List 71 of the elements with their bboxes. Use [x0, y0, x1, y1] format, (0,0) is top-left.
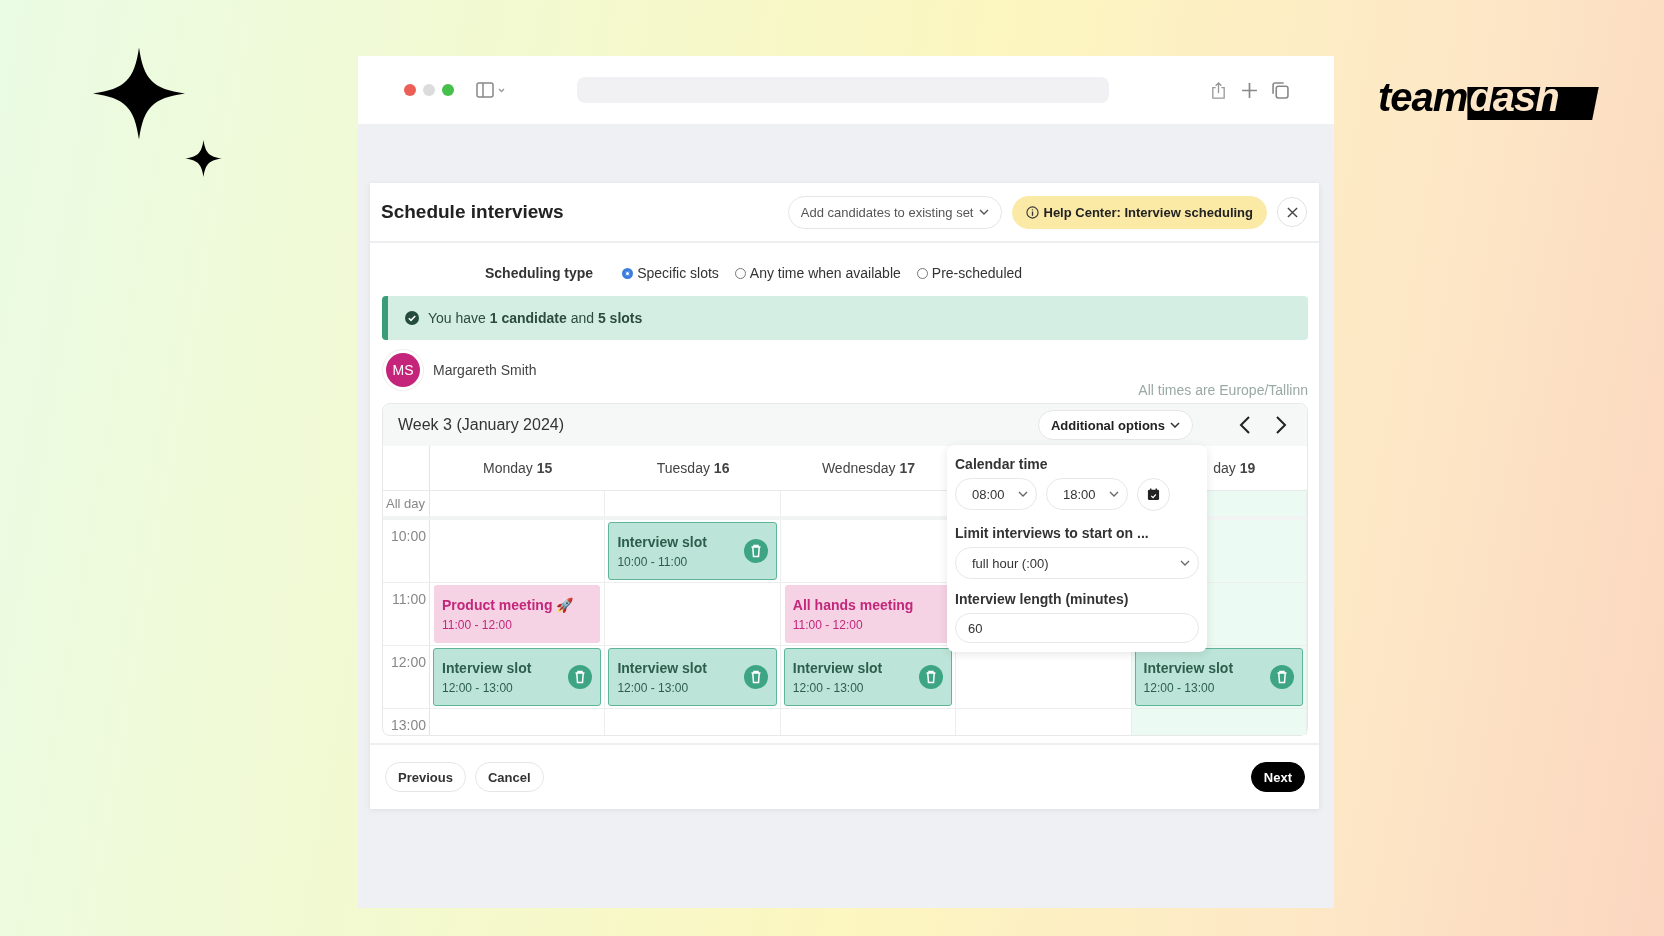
chevron-down-icon: [1170, 422, 1180, 428]
minimize-window-dot[interactable]: [423, 84, 435, 96]
interview-length-label: Interview length (minutes): [955, 591, 1130, 607]
calendar-time-label: Calendar time: [955, 456, 1049, 472]
chevron-down-icon: [1109, 491, 1119, 497]
candidate-name: Margareth Smith: [433, 362, 538, 378]
event-time: 12:00 - 13:00: [617, 680, 690, 695]
day-header: Monday 15: [430, 446, 606, 491]
event-time: 12:00 - 13:00: [442, 680, 514, 695]
trash-icon[interactable]: [919, 665, 944, 689]
close-icon: [1286, 206, 1298, 218]
next-button[interactable]: Next: [1250, 762, 1305, 792]
cancel-button[interactable]: Cancel: [474, 762, 544, 792]
tabs-icon[interactable]: [1272, 81, 1289, 99]
trash-icon[interactable]: [1270, 665, 1294, 689]
scheduling-radio-option[interactable]: Pre-scheduled: [916, 265, 1023, 281]
meeting-event[interactable]: Product meeting 🚀 11:00 - 12:00: [434, 585, 601, 643]
event-time: 12:00 - 13:00: [792, 680, 865, 695]
dialog-title: Schedule interviews: [381, 201, 565, 223]
previous-button[interactable]: Previous: [385, 762, 466, 792]
scheduling-radio-option[interactable]: Specific slots: [622, 265, 719, 281]
event-time: 12:00 - 13:00: [1143, 680, 1216, 695]
calendar-check-icon: [1147, 488, 1160, 501]
trash-icon[interactable]: [743, 665, 768, 689]
interview-length-field[interactable]: 60: [955, 613, 1199, 643]
event-title: Interview slot: [442, 659, 533, 676]
previous-week-icon[interactable]: [1239, 416, 1251, 434]
calendar-button[interactable]: [1137, 478, 1170, 511]
hour-label: 13:00: [383, 709, 430, 735]
trash-icon[interactable]: [568, 665, 593, 689]
scheduling-type-label: Scheduling type: [485, 265, 594, 281]
info-icon: [1025, 205, 1039, 219]
hour-label: 12:00: [383, 646, 430, 709]
close-window-dot[interactable]: [404, 84, 416, 96]
close-button[interactable]: [1277, 197, 1307, 227]
limit-start-label: Limit interviews to start on ...: [955, 525, 1150, 541]
interview-slot[interactable]: Interview slot 10:00 - 11:00: [608, 522, 777, 580]
interview-slot[interactable]: Interview slot 12:00 - 13:00: [1134, 648, 1303, 706]
hour-label: 10:00: [383, 520, 430, 583]
event-title: Interview slot: [792, 659, 884, 676]
event-time: 11:00 - 12:00: [442, 617, 513, 632]
interview-slot[interactable]: Interview slot 12:00 - 13:00: [433, 648, 602, 706]
zoom-window-dot[interactable]: [442, 84, 454, 96]
hour-label: 11:00: [383, 583, 430, 646]
summary-text: You have 1 candidate and 5 slots: [428, 310, 643, 326]
scheduling-radio-option[interactable]: Any time when available: [734, 265, 901, 281]
sidebar-icon[interactable]: [476, 82, 506, 98]
all-day-label: All day: [383, 491, 430, 520]
next-week-icon[interactable]: [1275, 416, 1287, 434]
chevron-down-icon: [1018, 491, 1028, 497]
event-title: All hands meeting: [792, 596, 915, 613]
event-title: Interview slot: [1143, 659, 1235, 676]
week-title: Week 3 (January 2024): [398, 416, 565, 434]
event-time: 10:00 - 11:00: [617, 554, 689, 569]
day-header: Tuesday 16: [605, 446, 781, 491]
event-title: Product meeting 🚀: [442, 596, 575, 613]
add-candidates-dropdown[interactable]: Add candidates to existing set: [787, 195, 1002, 229]
share-icon[interactable]: [1210, 81, 1227, 99]
additional-options-dropdown[interactable]: Additional options: [1037, 410, 1193, 440]
timezone-note: All times are Europe/Tallinn: [1138, 382, 1308, 398]
chevron-down-icon: [1180, 560, 1190, 566]
interview-slot[interactable]: Interview slot 12:00 - 13:00: [783, 648, 953, 706]
check-circle-icon: [405, 311, 419, 325]
plus-icon[interactable]: [1241, 81, 1258, 99]
chevron-down-icon: [978, 209, 989, 215]
event-time: 11:00 - 12:00: [792, 617, 864, 632]
help-center-button[interactable]: Help Center: Interview scheduling: [1011, 195, 1267, 229]
event-title: Interview slot: [617, 659, 708, 676]
trash-icon[interactable]: [743, 539, 768, 563]
interview-slot[interactable]: Interview slot 12:00 - 13:00: [608, 648, 777, 706]
event-title: Interview slot: [617, 533, 708, 550]
